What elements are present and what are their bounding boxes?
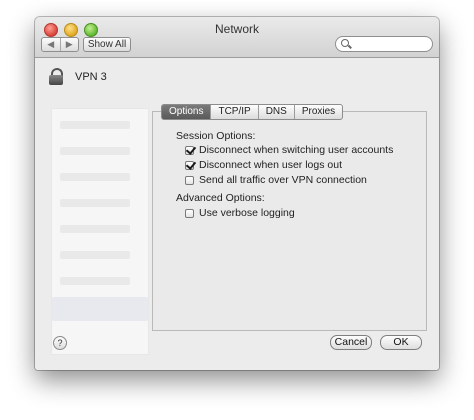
option-label: Use verbose logging <box>199 207 295 219</box>
option-send-all-traffic[interactable]: Send all traffic over VPN connection <box>185 174 367 186</box>
option-verbose-logging[interactable]: Use verbose logging <box>185 207 295 219</box>
checkbox[interactable] <box>185 208 194 218</box>
back-forward-control: ◀ ▶ <box>41 37 79 52</box>
cancel-button[interactable]: Cancel <box>330 335 372 350</box>
checkbox[interactable] <box>185 160 194 170</box>
checkbox[interactable] <box>185 145 194 155</box>
tab-dns[interactable]: DNS <box>257 105 294 119</box>
tab-tcp-ip[interactable]: TCP/IP <box>210 105 257 119</box>
checkbox[interactable] <box>185 175 194 185</box>
advanced-options-heading: Advanced Options: <box>176 192 265 204</box>
options-panel: Session Options: Disconnect when switchi… <box>152 111 427 331</box>
title-bar: Network ◀ ▶ Show All <box>35 17 439 58</box>
back-button[interactable]: ◀ <box>42 38 60 51</box>
lock-icon <box>49 68 63 85</box>
network-window: Network ◀ ▶ Show All VPN 3 Options TCP/I… <box>35 17 439 370</box>
tab-options[interactable]: Options <box>162 105 211 119</box>
show-all-button[interactable]: Show All <box>83 37 131 52</box>
option-disconnect-switching-users[interactable]: Disconnect when switching user accounts <box>185 144 393 156</box>
options-sheet: VPN 3 Options TCP/IP DNS Proxies Session… <box>35 58 439 370</box>
session-options-heading: Session Options: <box>176 130 256 142</box>
forward-button[interactable]: ▶ <box>59 38 79 51</box>
option-label: Send all traffic over VPN connection <box>199 174 367 186</box>
search-input[interactable] <box>352 37 428 51</box>
help-button[interactable]: ? <box>53 336 67 350</box>
dimmed-services-list <box>51 108 149 355</box>
option-disconnect-logout[interactable]: Disconnect when user logs out <box>185 159 342 171</box>
tab-proxies[interactable]: Proxies <box>293 105 342 119</box>
search-field[interactable] <box>335 36 433 52</box>
option-label: Disconnect when switching user accounts <box>199 144 394 156</box>
window-title: Network <box>214 22 259 36</box>
ok-button[interactable]: OK <box>380 335 422 350</box>
option-label: Disconnect when user logs out <box>199 159 342 171</box>
search-icon <box>341 39 349 47</box>
tab-bar: Options TCP/IP DNS Proxies <box>161 104 344 120</box>
connection-name: VPN 3 <box>75 71 107 83</box>
